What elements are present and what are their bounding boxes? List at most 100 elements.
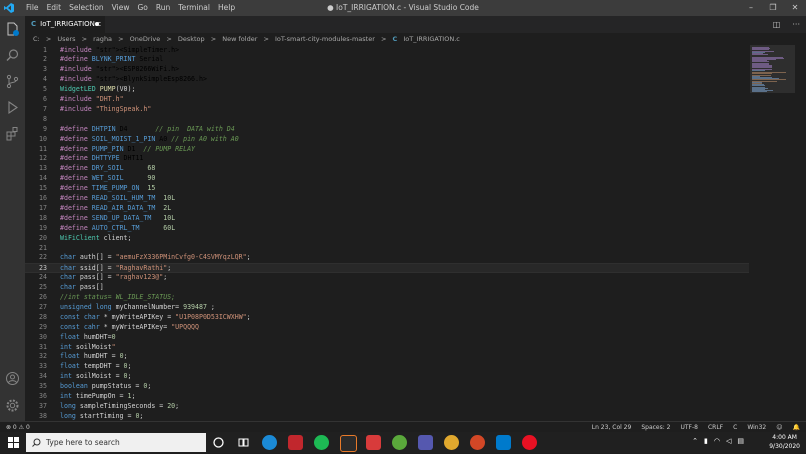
terminal-icon[interactable] [340,435,357,452]
code-line[interactable]: 16 #define READ_SOIL_HUM_TM 10L [25,194,749,204]
minimap[interactable] [750,45,795,421]
code-line[interactable]: 24 char pass[] = "raghav123@"; [25,273,749,283]
code-line[interactable]: 32 float humDHT = 0; [25,352,749,362]
code-line[interactable]: 28 const char * myWriteAPIKey = "U1P08P0D… [25,313,749,323]
code-line[interactable]: 3 #include "str"><ESP8266WiFi.h> [25,65,749,75]
code-line[interactable]: 27 unsigned long myChannelNumber= 939487 … [25,303,749,313]
source-control-icon[interactable] [5,74,20,89]
edge-icon[interactable] [262,435,277,450]
breadcrumb-part[interactable]: IoT-smart-city-modules-master [275,35,375,43]
window-controls: – ❐ ✕ [740,0,806,16]
snipping-icon[interactable] [366,435,381,450]
code-line[interactable]: 19 #define AUTO_CTRL_TM 60L [25,224,749,234]
code-line[interactable]: 31 int soilMoist" [25,343,749,353]
windows-taskbar: Type here to search ⌃ ▮ ◠ ◁ ▤ 4:00 AM 9/… [0,432,806,453]
clock-date: 9/30/2020 [769,443,800,450]
unsaved-dot-icon[interactable] [95,22,99,26]
search-icon [32,438,41,447]
breadcrumb-part[interactable]: IoT_IRRIGATION.c [403,35,459,43]
tab-iot-irrigation[interactable]: C IoT_IRRIGATION.c [25,16,105,33]
line-number: 5 [43,85,47,94]
code-line[interactable]: 14 #define WET_SOIL 90 [25,174,749,184]
vscode-icon[interactable] [496,435,511,450]
taskbar-search[interactable]: Type here to search [26,433,206,452]
code-line[interactable]: 9 #define DHTPIN D4 // pin DATA with D4 [25,125,749,135]
search-icon[interactable] [5,48,20,63]
code-line[interactable]: 20 WiFiClient client; [25,234,749,244]
code-line[interactable]: 4 #include "str"><BlynkSimpleEsp8266.h> [25,75,749,85]
code-line[interactable]: 2 #define BLYNK_PRINT Serial [25,55,749,65]
code-line[interactable]: 1 #include "str"><SimpleTimer.h> [25,46,749,56]
minimap-line [752,54,769,56]
editor-scrollbar[interactable] [797,45,806,421]
line-number: 23 [39,264,47,273]
powerpoint-icon[interactable] [470,435,485,450]
code-line[interactable]: 38 long startTiming = 0; [25,412,749,421]
account-icon[interactable] [5,371,20,386]
line-number: 28 [39,312,47,321]
clock[interactable]: 4:00 AM 9/30/2020 [769,433,800,451]
breadcrumb-part[interactable]: C: [33,35,40,43]
spotify-icon[interactable] [314,435,329,450]
line-number: 14 [39,174,47,183]
files-icon[interactable] [5,22,20,37]
line-number: 36 [39,392,47,400]
code-line[interactable]: 17 #define READ_AIR_DATA_TM 2L [25,204,749,214]
volume-icon[interactable]: ◁ [726,437,731,445]
breadcrumb-part[interactable]: OneDrive [130,35,161,43]
line-number: 29 [39,322,47,331]
breadcrumb-part[interactable]: Desktop [178,35,205,43]
restore-button[interactable]: ❐ [762,0,784,16]
chevron-up-icon[interactable]: ⌃ [692,437,698,445]
code-line[interactable]: 35 boolean pumpStatus = 0; [25,382,749,392]
code-line[interactable]: 30 float humDHT=0 [25,333,749,343]
split-editor-icon[interactable]: ◫ [773,20,781,29]
code-line[interactable]: 15 #define TIME_PUMP_ON 15 [25,184,749,194]
breadcrumb-part[interactable]: New folder [222,35,257,43]
battery-icon[interactable]: ▮ [704,437,708,445]
run-debug-icon[interactable] [5,100,20,115]
code-line[interactable]: 5 WidgetLED PUMP(V0); [25,85,749,95]
excel-icon[interactable] [392,435,407,450]
network-icon[interactable]: ◠ [714,437,720,445]
code-line[interactable]: 33 float tempDHT = 0; [25,362,749,372]
cortana-icon[interactable] [211,435,226,450]
breadcrumb-part[interactable]: Users [57,35,75,43]
code-line[interactable]: 10 #define SOIL_MOIST_1_PIN A0 // pin A0 … [25,135,749,145]
task-view-icon[interactable] [236,435,251,450]
code-line[interactable]: 26 //int status= WL_IDLE_STATUS; [25,293,749,303]
code-text: boolean pumpStatus = 0; [60,382,152,391]
keyboard-icon[interactable]: ▤ [737,437,744,445]
code-line[interactable]: 37 long sampleTimingSeconds = 20; [25,402,749,412]
code-line[interactable]: 21 [25,244,749,254]
windows-start-icon[interactable] [8,437,19,448]
code-line[interactable]: 25 char pass[] [25,283,749,293]
recorder-icon[interactable] [522,435,537,450]
code-line[interactable]: 36 int timePumpOn = 1; [25,392,749,402]
chrome-icon[interactable] [444,435,459,450]
code-line[interactable]: 6 #include "DHT.h" [25,95,749,105]
settings-gear-icon[interactable] [5,398,20,413]
breadcrumb-part[interactable]: ragha [93,35,112,43]
code-line[interactable]: 11 #define PUMP_PIN D1 // PUMP RELAY [25,145,749,155]
close-button[interactable]: ✕ [784,0,806,16]
line-number: 21 [39,243,47,252]
code-line[interactable]: 12 #define DHTTYPE DHT11 [25,154,749,164]
code-line[interactable]: 23 char ssid[] = "RaghavRathi"; [25,263,749,274]
code-text: WidgetLED PUMP(V0); [60,85,136,94]
minimize-button[interactable]: – [740,0,762,16]
code-line[interactable]: 34 int soilMoist = 0; [25,372,749,382]
more-actions-icon[interactable]: ··· [792,20,800,29]
code-editor[interactable]: 1 #include "str"><SimpleTimer.h> 2 #define … [25,45,755,421]
code-line[interactable]: 7 #include "ThingSpeak.h" [25,105,749,115]
code-line[interactable]: 8 [25,115,749,125]
code-line[interactable]: 13 #define DRY_SOIL 68 [25,164,749,174]
teams-icon[interactable] [418,435,433,450]
code-text: unsigned long myChannelNumber= 939487 ; [60,302,215,311]
code-line[interactable]: 18 #define SEND_UP_DATA_TM 10L [25,214,749,224]
code-line[interactable]: 29 const cahr * myWriteAPIKey= "UPQQQQ [25,323,749,333]
extensions-icon[interactable] [5,126,20,141]
code-line[interactable]: 22 char auth[] = "aemuFzX336PMinCvfg0-C4S… [25,253,749,263]
pdf-icon[interactable] [288,435,303,450]
line-number: 10 [39,134,47,143]
